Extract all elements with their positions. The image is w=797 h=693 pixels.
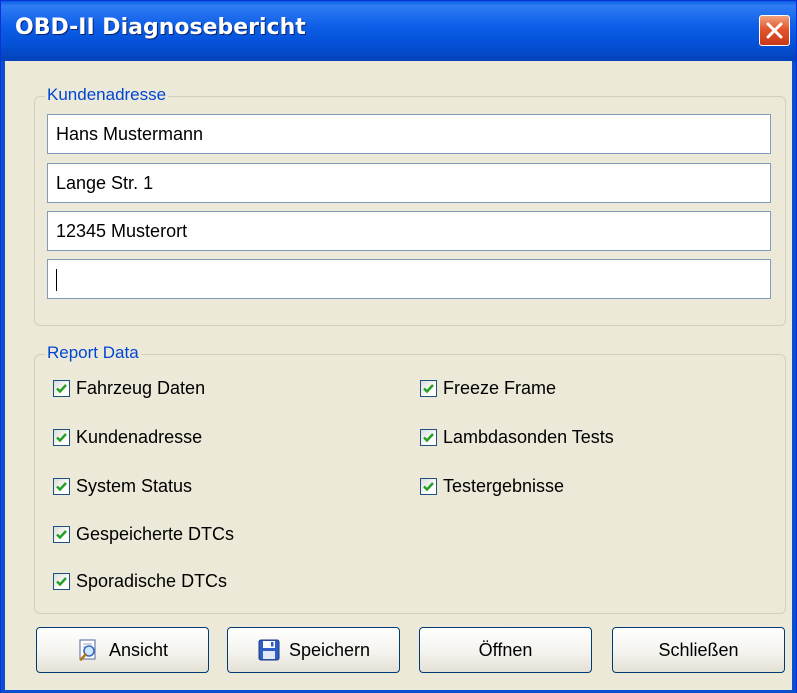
checkmark-icon xyxy=(56,383,67,393)
close-button[interactable] xyxy=(759,15,790,46)
checkbox-label: Sporadische DTCs xyxy=(76,570,228,591)
checkbox-testergebnisse[interactable]: Testergebnisse xyxy=(420,473,564,499)
checkbox-lambdasonden-tests[interactable]: Lambdasonden Tests xyxy=(420,424,614,450)
save-button-label: Speichern xyxy=(288,639,371,660)
open-button-label: Öffnen xyxy=(478,639,533,660)
report-data-group-legend: Report Data xyxy=(45,343,141,363)
checkbox-label: Lambdasonden Tests xyxy=(443,426,614,447)
preview-icon xyxy=(77,638,101,662)
checkbox-box[interactable] xyxy=(53,477,70,495)
floppy-disk-icon xyxy=(257,638,281,662)
title-bar[interactable]: OBD-II Diagnosebericht xyxy=(1,1,796,61)
checkmark-icon xyxy=(56,529,67,539)
checkbox-kundenadresse[interactable]: Kundenadresse xyxy=(53,424,202,450)
window-border-right xyxy=(792,61,796,690)
address-line-4-field[interactable] xyxy=(47,259,771,299)
open-button[interactable]: Öffnen xyxy=(419,627,592,673)
checkbox-label: Testergebnisse xyxy=(443,475,565,496)
checkbox-label: System Status xyxy=(76,475,193,496)
checkbox-label: Gespeicherte DTCs xyxy=(76,523,235,544)
checkbox-box[interactable] xyxy=(420,477,437,495)
checkbox-box[interactable] xyxy=(420,379,437,397)
checkmark-icon xyxy=(423,383,434,393)
address-line-1-field[interactable]: Hans Mustermann xyxy=(47,114,771,154)
view-button-label: Ansicht xyxy=(108,639,169,660)
checkmark-icon xyxy=(56,432,67,442)
view-button[interactable]: Ansicht xyxy=(36,627,209,673)
checkbox-box[interactable] xyxy=(53,572,70,590)
save-button[interactable]: Speichern xyxy=(227,627,400,673)
checkbox-box[interactable] xyxy=(53,379,70,397)
checkbox-gespeicherte-dtcs[interactable]: Gespeicherte DTCs xyxy=(53,521,234,547)
text-caret xyxy=(56,269,57,292)
close-icon xyxy=(766,22,783,39)
checkbox-freeze-frame[interactable]: Freeze Frame xyxy=(420,375,556,401)
checkmark-icon xyxy=(56,576,67,586)
checkbox-box[interactable] xyxy=(53,428,70,446)
checkbox-label: Fahrzeug Daten xyxy=(76,377,206,398)
checkmark-icon xyxy=(56,481,67,491)
checkmark-icon xyxy=(423,432,434,442)
checkbox-system-status[interactable]: System Status xyxy=(53,473,192,499)
address-line-3-field[interactable]: 12345 Musterort xyxy=(47,211,771,251)
address-line-2-field[interactable]: Lange Str. 1 xyxy=(47,163,771,203)
window-title: OBD-II Diagnosebericht xyxy=(15,15,306,40)
checkbox-label: Freeze Frame xyxy=(443,377,557,398)
checkbox-box[interactable] xyxy=(420,428,437,446)
close-dialog-button-label: Schließen xyxy=(658,639,739,660)
address-group-legend: Kundenadresse xyxy=(45,85,169,105)
checkbox-label: Kundenadresse xyxy=(76,426,203,447)
checkbox-fahrzeug-daten[interactable]: Fahrzeug Daten xyxy=(53,375,205,401)
dialog-window: OBD-II Diagnosebericht Kundenadresse Han… xyxy=(0,0,797,693)
window-border-left xyxy=(1,61,5,690)
checkmark-icon xyxy=(423,481,434,491)
close-dialog-button[interactable]: Schließen xyxy=(612,627,785,673)
checkbox-sporadische-dtcs[interactable]: Sporadische DTCs xyxy=(53,568,227,594)
checkbox-box[interactable] xyxy=(53,525,70,543)
